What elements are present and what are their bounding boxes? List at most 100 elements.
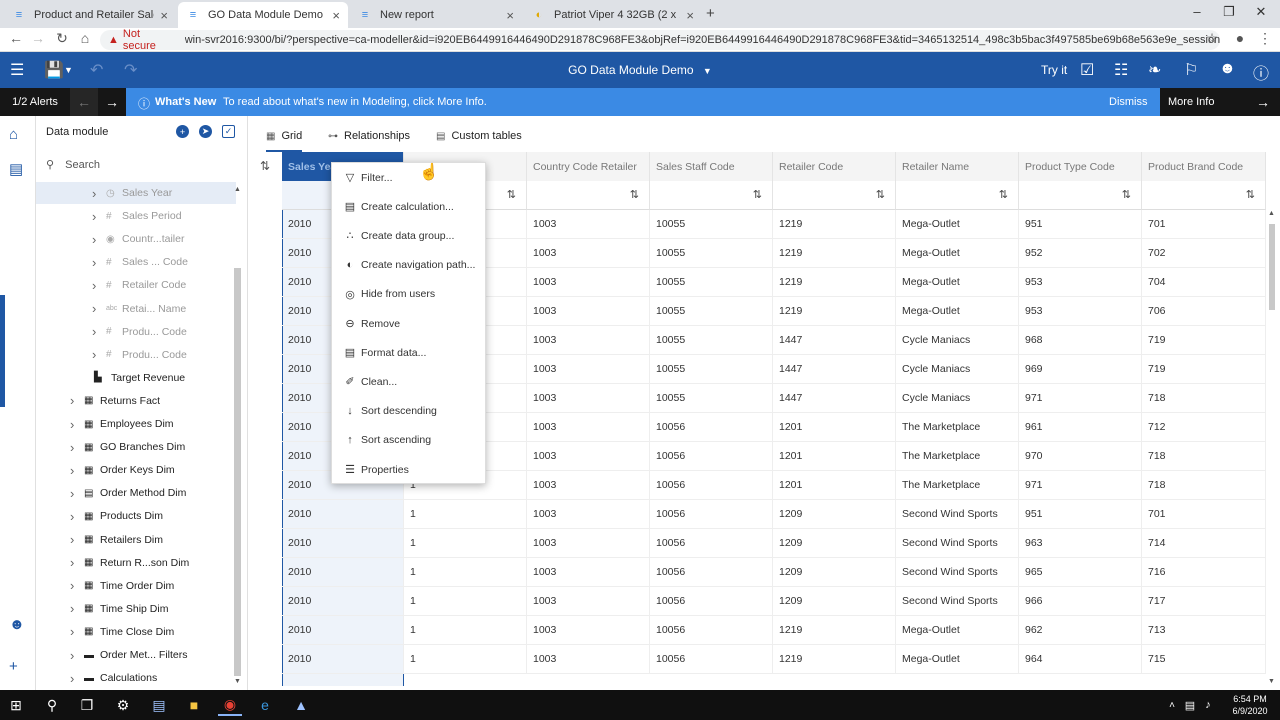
menu-item-filter[interactable]: ▽ Filter...	[332, 163, 486, 192]
settings-gear-icon[interactable]: ⚙	[111, 694, 135, 716]
navigate-icon[interactable]: ➤	[199, 125, 212, 138]
close-tab-icon[interactable]: ×	[160, 8, 168, 23]
tree-item[interactable]: › # Sales ... Code	[36, 251, 236, 273]
tree-item[interactable]: › ▤ Order Method Dim	[36, 482, 236, 504]
chevron-right-icon[interactable]: ›	[70, 648, 74, 663]
tree-item[interactable]: ▙ Target Revenue	[36, 367, 236, 389]
chevron-right-icon[interactable]: ›	[70, 555, 74, 570]
tab-grid[interactable]: ▦ Grid	[266, 130, 303, 152]
tree-item[interactable]: › ▦ Time Close Dim	[36, 621, 236, 643]
column-sort-icon[interactable]: ⇅	[773, 181, 896, 210]
dismiss-button[interactable]: Dismiss	[1109, 96, 1148, 108]
menu-item-properties[interactable]: ☰ Properties	[332, 455, 486, 484]
chevron-right-icon[interactable]: ›	[70, 440, 74, 455]
menu-item-sort-descending[interactable]: ↓ Sort descending	[332, 397, 486, 426]
new-tab-button[interactable]: +	[706, 5, 715, 22]
chevron-right-icon[interactable]: ›	[70, 601, 74, 616]
more-info-button[interactable]: More Info →	[1160, 88, 1280, 116]
tree-item[interactable]: › ▦ GO Branches Dim	[36, 436, 236, 458]
tree-item[interactable]: › # Sales Period	[36, 205, 236, 227]
chevron-right-icon[interactable]: ›	[92, 186, 96, 201]
menu-item-sort-ascending[interactable]: ↑ Sort ascending	[332, 426, 486, 455]
sources-rail-icon[interactable]: ▤	[9, 160, 23, 178]
sidebar-scrollbar[interactable]: ▲ ▼	[233, 186, 242, 686]
taskbar-search-icon[interactable]: ⚲	[40, 694, 64, 716]
minimize-button[interactable]: –	[1182, 4, 1212, 19]
chevron-right-icon[interactable]: ›	[92, 232, 96, 247]
search-field[interactable]: ⚲ Search	[46, 158, 100, 171]
windows-start-icon[interactable]: ⊞	[4, 694, 28, 716]
tree-item[interactable]: › # Retailer Code	[36, 274, 236, 296]
user-icon[interactable]: ☻	[1219, 60, 1236, 78]
forward-icon[interactable]: →	[28, 30, 48, 46]
settings-sliders-icon[interactable]: ☷	[1114, 60, 1128, 80]
tab-relationships[interactable]: ⊶ Relationships	[328, 130, 410, 142]
column-sort-icon[interactable]: ⇅	[527, 181, 650, 210]
tree-item[interactable]: › ◉ Countr...tailer	[36, 228, 236, 250]
column-header[interactable]: Product Type Code	[1019, 152, 1142, 181]
volume-icon[interactable]: ♪	[1196, 694, 1220, 716]
tree-item[interactable]: › ▦ Time Ship Dim	[36, 598, 236, 620]
tree-item[interactable]: › ▬ Order Met... Filters	[36, 644, 236, 666]
menu-item-format-data[interactable]: ▤ Format data...	[332, 338, 486, 367]
browser-tab[interactable]: ≡ Product and Retailer Sales Modu ×	[4, 2, 176, 28]
validate-icon[interactable]: ✓	[222, 125, 235, 138]
task-view-icon[interactable]: ❐	[75, 694, 99, 716]
previous-alert-icon[interactable]: ←	[70, 88, 98, 116]
column-header[interactable]: Sales Staff Code	[650, 152, 773, 181]
chevron-right-icon[interactable]: ›	[70, 624, 74, 639]
tree-item[interactable]: › ▦ Order Keys Dim	[36, 459, 236, 481]
browser-tab[interactable]: ≡ New report ×	[350, 2, 522, 28]
back-icon[interactable]: ←	[6, 30, 26, 46]
profile-icon[interactable]: ●	[1230, 30, 1250, 46]
chevron-right-icon[interactable]: ›	[92, 347, 96, 362]
chevron-right-icon[interactable]: ›	[70, 486, 74, 501]
grid-scroll-thumb[interactable]	[1269, 224, 1275, 310]
tree-item[interactable]: › ▦ Retailers Dim	[36, 529, 236, 551]
tree-item[interactable]: › ▬ Calculations	[36, 667, 236, 689]
chevron-right-icon[interactable]: ›	[92, 209, 96, 224]
menu-item-clean[interactable]: ✐ Clean...	[332, 367, 486, 396]
bookmark-star-icon[interactable]: ☆	[1202, 30, 1222, 47]
chrome-icon[interactable]: ◉	[218, 694, 242, 716]
menu-item-create-navigation-path[interactable]: ◐ Create navigation path...	[332, 251, 486, 280]
chevron-right-icon[interactable]: ›	[70, 578, 74, 593]
file-explorer-icon[interactable]: ■	[182, 694, 206, 716]
browser-tab[interactable]: ≡ GO Data Module Demo ×	[178, 2, 348, 28]
chevron-right-icon[interactable]: ›	[70, 509, 74, 524]
chevron-right-icon[interactable]: ›	[92, 255, 96, 270]
tree-item[interactable]: › ◷ Sales Year	[36, 182, 236, 204]
tree-item[interactable]: › ▦ Time Order Dim	[36, 575, 236, 597]
help-icon[interactable]: ⓘ	[1253, 60, 1269, 84]
share-icon[interactable]: ❧	[1148, 60, 1161, 80]
chevron-right-icon[interactable]: ›	[92, 301, 96, 316]
edge-icon[interactable]: e	[253, 694, 277, 716]
sidebar-scroll-thumb[interactable]	[234, 268, 241, 676]
home-rail-icon[interactable]: ⌂	[9, 126, 18, 143]
app-icon[interactable]: ▲	[289, 694, 313, 716]
chevron-right-icon[interactable]: ›	[70, 532, 74, 547]
add-rail-icon[interactable]: +	[9, 658, 18, 675]
next-alert-icon[interactable]: →	[98, 88, 126, 116]
user-settings-rail-icon[interactable]: ☻	[9, 616, 25, 633]
chevron-right-icon[interactable]: ›	[70, 671, 74, 686]
column-sort-icon[interactable]: ⇅	[1019, 181, 1142, 210]
tree-item[interactable]: › ▦ Returns Fact	[36, 390, 236, 412]
column-sort-icon[interactable]: ⇅	[650, 181, 773, 210]
grid-scrollbar[interactable]: ▲ ▼	[1266, 210, 1278, 686]
title-chevron-down-icon[interactable]: ▼	[703, 66, 712, 76]
tree-item[interactable]: › ▦ Return R...son Dim	[36, 552, 236, 574]
sort-toggle-icon[interactable]: ⇅	[260, 159, 270, 173]
close-tab-icon[interactable]: ×	[686, 8, 694, 23]
column-header[interactable]: Product Brand Code	[1142, 152, 1266, 181]
column-header[interactable]: Country Code Retailer	[527, 152, 650, 181]
browser-tab[interactable]: ◐ Patriot Viper 4 32GB (2 x 16GB) 3 ×	[524, 2, 702, 28]
url-field[interactable]: ▲ Not secure win-svr2016:9300/bi/?perspe…	[100, 28, 1220, 52]
add-source-icon[interactable]: +	[176, 125, 189, 138]
try-it-button[interactable]: Try it	[1041, 63, 1067, 77]
tree-item[interactable]: › abc Retai... Name	[36, 298, 236, 320]
column-header[interactable]: Retailer Name	[896, 152, 1019, 181]
close-tab-icon[interactable]: ×	[506, 8, 514, 23]
tree-item[interactable]: › # Produ... Code	[36, 321, 236, 343]
home-icon[interactable]: ⌂	[75, 30, 95, 46]
